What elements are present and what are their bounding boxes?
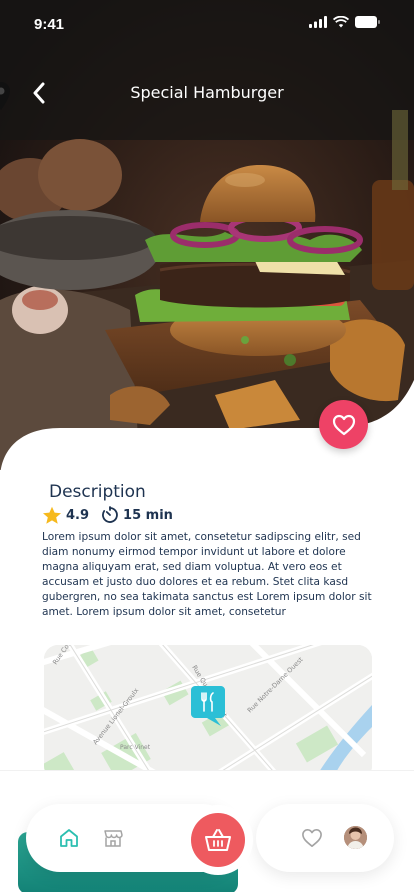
nav-home-button[interactable] bbox=[56, 825, 82, 851]
basket-icon bbox=[205, 829, 231, 851]
profile-avatar[interactable] bbox=[344, 826, 367, 849]
cart-button[interactable] bbox=[191, 813, 245, 867]
nav-favorites-button[interactable] bbox=[299, 825, 325, 851]
status-bar: 9:41 bbox=[0, 0, 414, 50]
rating-value: 4.9 bbox=[66, 507, 90, 523]
map-label-parc-vinet: Parc Vinet bbox=[120, 744, 151, 751]
status-icons bbox=[309, 16, 380, 28]
cook-time-value: 15 min bbox=[123, 507, 173, 523]
star-icon bbox=[43, 506, 61, 524]
description-text: Lorem ipsum dolor sit amet, consetetur s… bbox=[42, 531, 372, 618]
battery-icon bbox=[355, 16, 380, 28]
recipe-meta: 4.9 15 min bbox=[42, 505, 173, 525]
heart-outline-icon bbox=[302, 829, 322, 847]
fork-knife-pin-icon[interactable] bbox=[191, 686, 225, 726]
signal-icon bbox=[309, 16, 327, 28]
avatar-image bbox=[344, 826, 367, 849]
wifi-icon bbox=[333, 16, 349, 28]
page-title: Special Hamburger bbox=[130, 83, 284, 102]
timer-icon bbox=[102, 506, 118, 523]
status-time: 9:41 bbox=[34, 16, 65, 33]
store-icon bbox=[104, 830, 123, 847]
home-icon bbox=[60, 829, 78, 847]
bottom-nav-right bbox=[256, 804, 394, 872]
nav-store-button[interactable] bbox=[100, 825, 126, 851]
heart-icon bbox=[332, 414, 355, 435]
favorite-button[interactable] bbox=[319, 400, 368, 449]
description-heading: Description bbox=[49, 482, 146, 502]
